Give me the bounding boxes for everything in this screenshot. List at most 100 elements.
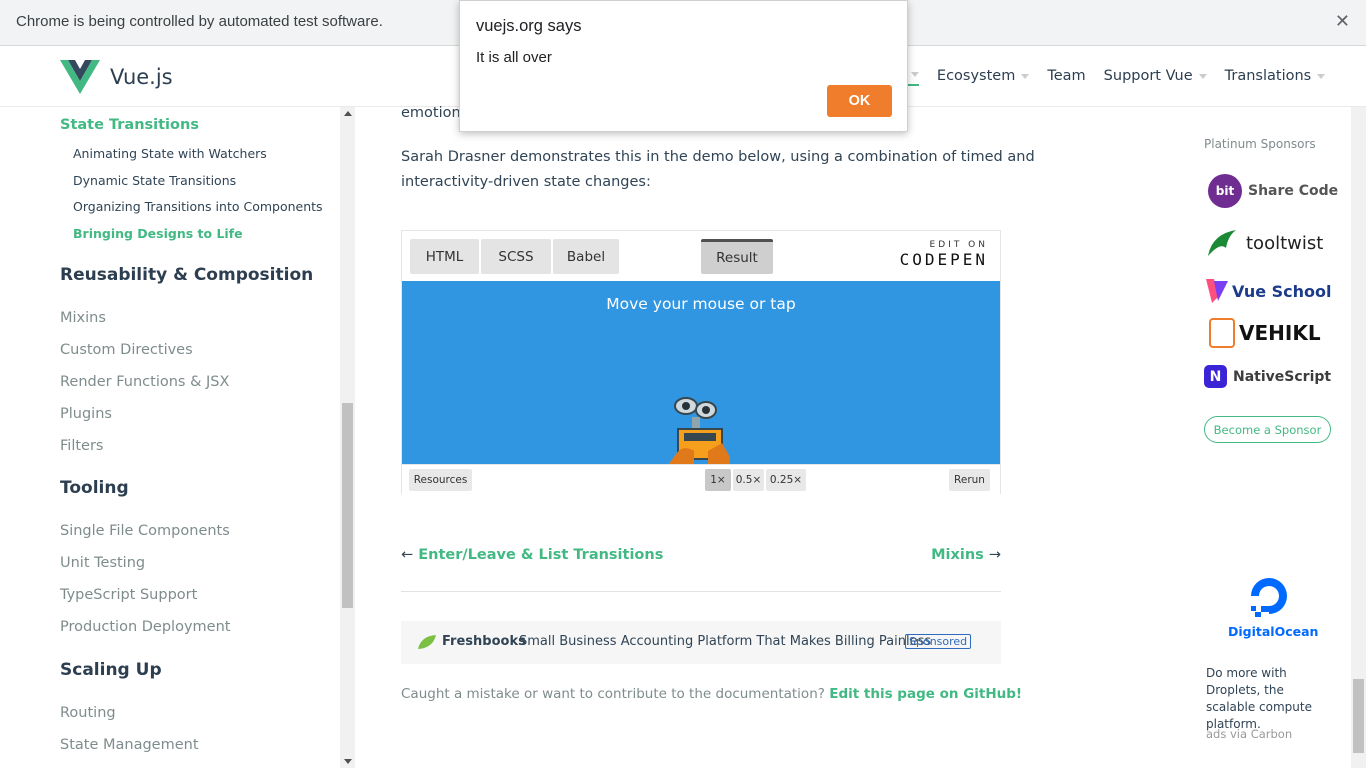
sponsored-badge: Sponsored bbox=[905, 634, 972, 649]
canvas-hint: Move your mouse or tap bbox=[606, 295, 796, 313]
sidebar-heading: Tooling bbox=[60, 478, 129, 498]
nav-support-vue[interactable]: Support Vue bbox=[1104, 66, 1207, 86]
next-page-label: Mixins bbox=[931, 547, 984, 563]
paragraph-line: interactivity-driven state changes: bbox=[401, 174, 651, 190]
sidebar-item[interactable]: Filters bbox=[60, 438, 103, 454]
sidebar-item[interactable]: Render Functions & JSX bbox=[60, 374, 229, 390]
scroll-up-icon[interactable] bbox=[344, 111, 352, 116]
chevron-down-icon bbox=[910, 71, 919, 77]
sponsor-label: tooltwist bbox=[1246, 232, 1324, 254]
nav-label: Team bbox=[1047, 68, 1086, 84]
sidebar-item[interactable]: TypeScript Support bbox=[60, 587, 197, 603]
nav-label: Support Vue bbox=[1103, 68, 1193, 84]
zoom-1x-button[interactable]: 1× bbox=[705, 469, 731, 491]
chevron-down-icon bbox=[1021, 73, 1030, 79]
sponsor-label: NativeScript bbox=[1233, 368, 1332, 385]
sidebar-subitem-active[interactable]: Bringing Designs to Life bbox=[73, 226, 243, 241]
scroll-down-icon[interactable] bbox=[344, 759, 352, 764]
sponsored-ad[interactable]: Freshbooks Small Business Accounting Pla… bbox=[401, 621, 1001, 664]
tab-scss[interactable]: SCSS bbox=[481, 239, 551, 274]
dialog-title: vuejs.org says bbox=[476, 17, 582, 35]
digitalocean-ad[interactable]: DigitalOcean bbox=[1228, 574, 1319, 639]
vue-logo-icon bbox=[60, 60, 100, 94]
sidebar-item[interactable]: State Management bbox=[60, 737, 199, 753]
chevron-down-icon bbox=[1317, 73, 1326, 79]
codepen-footer: Resources 1× 0.5× 0.25× Rerun bbox=[402, 464, 1000, 494]
sidebar-subitem[interactable]: Organizing Transitions into Components bbox=[73, 199, 323, 214]
prev-page-link[interactable]: ← Enter/Leave & List Transitions bbox=[401, 547, 663, 563]
arrow-right-icon: → bbox=[988, 547, 1001, 563]
codepen-result-canvas[interactable]: Move your mouse or tap bbox=[402, 281, 1000, 465]
codepen-toolbar: HTML SCSS Babel Result EDIT ON CODEPEN bbox=[402, 231, 1000, 281]
tab-babel[interactable]: Babel bbox=[553, 239, 619, 274]
ad-brand: Freshbooks bbox=[442, 634, 526, 649]
tooltwist-logo-icon bbox=[1208, 230, 1236, 256]
vehikl-logo-icon bbox=[1209, 318, 1235, 348]
carbon-ad-text[interactable]: Do more with Droplets, the scalable comp… bbox=[1206, 665, 1336, 733]
sidebar-scrollbar[interactable] bbox=[340, 107, 355, 768]
sponsors-title: Platinum Sponsors bbox=[1204, 137, 1316, 151]
tab-html[interactable]: HTML bbox=[410, 239, 479, 274]
arrow-left-icon: ← bbox=[401, 547, 414, 563]
scrollbar-thumb[interactable] bbox=[342, 403, 353, 608]
alert-dialog: vuejs.org says It is all over OK bbox=[459, 0, 908, 132]
digitalocean-label: DigitalOcean bbox=[1228, 624, 1319, 639]
sidebar-subitem[interactable]: Dynamic State Transitions bbox=[73, 173, 236, 188]
sidebar-item[interactable]: Custom Directives bbox=[60, 342, 193, 358]
sidebar-item[interactable]: Routing bbox=[60, 705, 116, 721]
chevron-down-icon bbox=[1198, 73, 1207, 79]
codepen-embed[interactable]: HTML SCSS Babel Result EDIT ON CODEPEN M… bbox=[401, 230, 1001, 494]
edit-on-github-link[interactable]: Edit this page on GitHub! bbox=[829, 686, 1022, 702]
automation-message: Chrome is being controlled by automated … bbox=[16, 13, 383, 30]
sponsor-label: VEHIKL bbox=[1239, 321, 1321, 345]
edit-on-label: EDIT ON bbox=[929, 240, 988, 250]
page-scrollbar[interactable] bbox=[1351, 107, 1366, 768]
codepen-wordmark: CODEPEN bbox=[899, 250, 988, 269]
robot-illustration bbox=[668, 397, 730, 465]
sidebar-heading: Scaling Up bbox=[60, 660, 162, 680]
close-icon[interactable]: ✕ bbox=[1335, 11, 1350, 32]
nav-ecosystem[interactable]: Ecosystem bbox=[936, 66, 1030, 86]
sidebar-subitem[interactable]: Animating State with Watchers bbox=[73, 146, 267, 161]
prev-page-label: Enter/Leave & List Transitions bbox=[418, 547, 664, 563]
edit-on-codepen[interactable]: EDIT ON CODEPEN bbox=[900, 240, 988, 269]
paragraph-line: Sarah Drasner demonstrates this in the d… bbox=[401, 149, 1035, 165]
sponsor-label: Share Code bbox=[1248, 183, 1339, 199]
sponsor-label: Vue School bbox=[1232, 281, 1332, 301]
sponsor-tooltwist[interactable]: tooltwist bbox=[1206, 226, 1323, 260]
next-page-link[interactable]: Mixins → bbox=[931, 547, 1001, 563]
zoom-0.5x-button[interactable]: 0.5× bbox=[733, 469, 764, 491]
main-nav: rn Ecosystem Team Support Vue Translatio… bbox=[890, 66, 1343, 86]
bit-logo-icon: bit bbox=[1208, 174, 1242, 208]
ok-button[interactable]: OK bbox=[827, 85, 892, 117]
sponsor-vehikl[interactable]: VEHIKL bbox=[1209, 318, 1321, 348]
scrollbar-thumb[interactable] bbox=[1353, 679, 1364, 753]
nav-translations[interactable]: Translations bbox=[1225, 66, 1326, 86]
nav-label: Ecosystem bbox=[936, 68, 1016, 84]
dialog-message: It is all over bbox=[476, 49, 552, 66]
tab-result[interactable]: Result bbox=[701, 239, 773, 274]
vue-logo[interactable]: Vue.js bbox=[60, 60, 173, 94]
become-sponsor-button[interactable]: Become a Sponsor bbox=[1204, 416, 1331, 443]
sidebar: State Transitions Animating State with W… bbox=[0, 107, 340, 768]
sidebar-item[interactable]: Single File Components bbox=[60, 523, 230, 539]
sponsor-bit[interactable]: bit Share Code bbox=[1208, 174, 1338, 208]
ads-via-carbon[interactable]: ads via Carbon bbox=[1206, 727, 1292, 741]
sponsors-panel: Platinum Sponsors bbox=[1204, 137, 1354, 151]
resources-button[interactable]: Resources bbox=[409, 469, 472, 491]
sidebar-item[interactable]: Mixins bbox=[60, 310, 106, 326]
ad-text: Small Business Accounting Platform That … bbox=[519, 634, 932, 649]
vueschool-logo-icon bbox=[1206, 279, 1228, 303]
sidebar-item-state-transitions[interactable]: State Transitions bbox=[60, 117, 199, 133]
digitalocean-logo-icon bbox=[1251, 578, 1287, 617]
sidebar-heading: Reusability & Composition bbox=[60, 265, 314, 285]
rerun-button[interactable]: Rerun bbox=[949, 469, 990, 491]
nav-team[interactable]: Team bbox=[1047, 66, 1085, 86]
sidebar-item[interactable]: Plugins bbox=[60, 406, 112, 422]
sidebar-item[interactable]: Production Deployment bbox=[60, 619, 230, 635]
sidebar-item[interactable]: Unit Testing bbox=[60, 555, 145, 571]
zoom-0.25x-button[interactable]: 0.25× bbox=[766, 469, 806, 491]
page-navigation: ← Enter/Leave & List Transitions Mixins … bbox=[401, 547, 1001, 592]
sponsor-vueschool[interactable]: Vue School bbox=[1204, 277, 1332, 305]
sponsor-nativescript[interactable]: N NativeScript bbox=[1204, 365, 1331, 388]
